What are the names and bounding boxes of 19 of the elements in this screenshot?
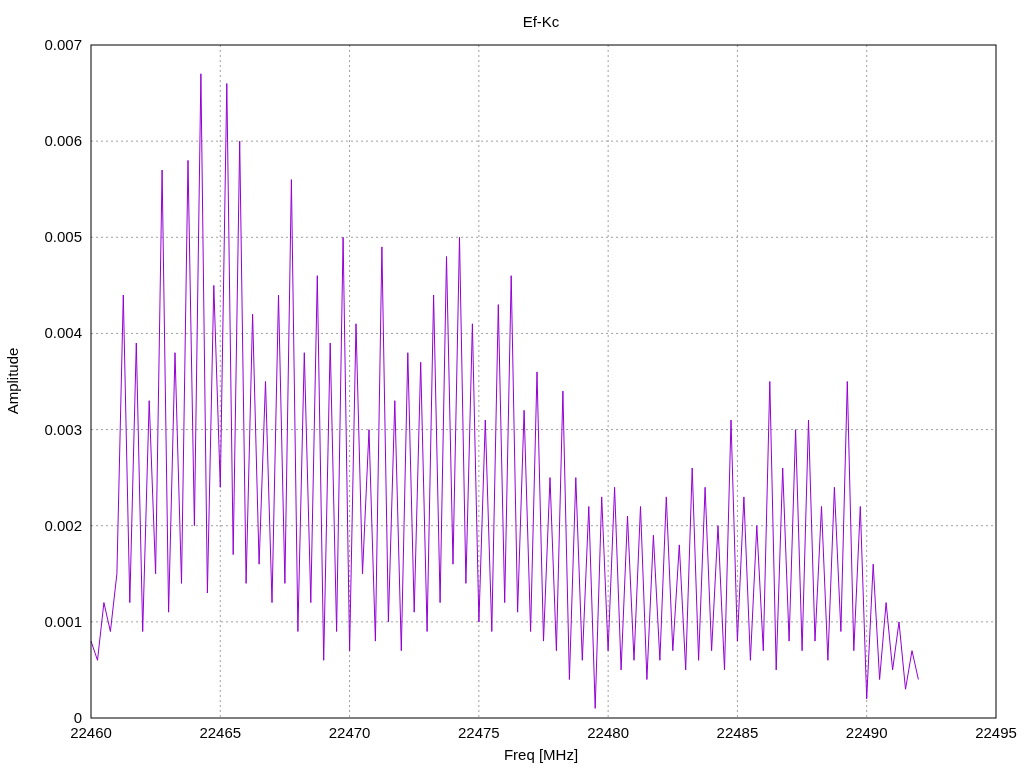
tick-label: 22465 — [199, 724, 242, 741]
tick-label: 22470 — [328, 724, 371, 741]
tick-label: 22480 — [587, 724, 629, 741]
chart-title: Ef-Kc — [522, 13, 560, 30]
tick-label: 0.005 — [44, 228, 82, 246]
tick-label: 0.004 — [44, 324, 82, 342]
tick-label: 0.001 — [44, 612, 82, 630]
tick-label: 22460 — [70, 724, 112, 741]
tick-label: 22495 — [975, 724, 1017, 741]
axis-label: Amplitude — [4, 347, 21, 415]
axis-label: Freq [MHz] — [503, 746, 579, 763]
tick-label: 0.003 — [44, 420, 82, 438]
tick-label: 22485 — [716, 724, 759, 741]
tick-label: 0 — [73, 709, 82, 726]
tick-label: 0.006 — [44, 132, 82, 150]
tick-label: 22475 — [458, 724, 500, 741]
tick-label: 22490 — [845, 724, 888, 741]
tick-label: 0.007 — [44, 36, 82, 53]
tick-label: 0.002 — [44, 516, 82, 534]
